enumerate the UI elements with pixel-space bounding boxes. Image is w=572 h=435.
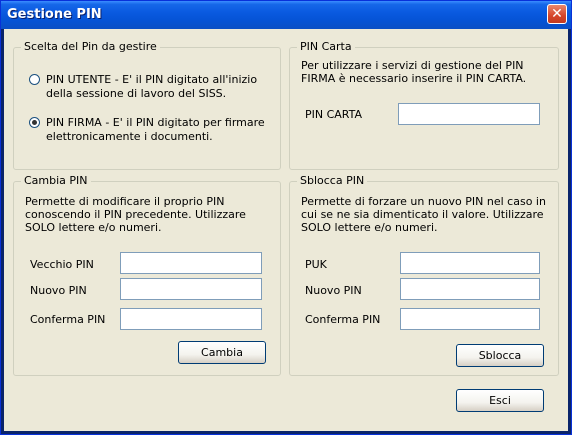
- radio-pin-utente-label: PIN UTENTE - E' il PIN digitato all'iniz…: [46, 73, 258, 100]
- close-icon: ✕: [551, 6, 563, 22]
- conferma-pin-label: Conferma PIN: [30, 313, 106, 326]
- pin-carta-group: PIN Carta Per utilizzare i servizi di ge…: [289, 40, 559, 170]
- window-title: Gestione PIN: [7, 7, 102, 22]
- esci-button[interactable]: Esci: [456, 389, 544, 412]
- pin-carta-group-title: PIN Carta: [297, 40, 355, 53]
- cambia-pin-description: Permette di modificare il proprio PIN co…: [25, 195, 246, 234]
- pin-carta-input[interactable]: [398, 103, 540, 125]
- conferma-pin-input[interactable]: [120, 308, 262, 330]
- radio-pin-firma-label: PIN FIRMA - E' il PIN digitato per firma…: [46, 116, 265, 143]
- cambia-pin-group-title: Cambia PIN: [21, 174, 91, 187]
- nuovo-pin-input[interactable]: [120, 278, 262, 300]
- cambia-button[interactable]: Cambia: [178, 341, 266, 364]
- cambia-pin-group: Cambia PIN Permette di modificare il pro…: [13, 174, 281, 376]
- sblocca-conferma-pin-label: Conferma PIN: [305, 313, 381, 326]
- sblocca-nuovo-pin-label: Nuovo PIN: [305, 284, 362, 297]
- radio-pin-firma[interactable]: [29, 117, 40, 128]
- pin-choice-group-title: Scelta del Pin da gestire: [21, 40, 160, 53]
- pin-carta-label: PIN CARTA: [305, 108, 363, 121]
- title-bar[interactable]: Gestione PIN ✕: [1, 1, 571, 29]
- sblocca-pin-description: Permette di forzare un nuovo PIN nel cas…: [301, 195, 546, 234]
- dialog-client-area: Scelta del Pin da gestire PIN UTENTE - E…: [4, 29, 568, 431]
- sblocca-button[interactable]: Sblocca: [456, 344, 544, 367]
- close-button[interactable]: ✕: [547, 4, 567, 24]
- vecchio-pin-input[interactable]: [120, 252, 262, 274]
- pin-choice-group: Scelta del Pin da gestire PIN UTENTE - E…: [13, 40, 281, 170]
- vecchio-pin-label: Vecchio PIN: [30, 258, 94, 271]
- puk-label: PUK: [305, 258, 327, 271]
- dialog-window: Gestione PIN ✕ Scelta del Pin da gestire…: [0, 0, 572, 435]
- sblocca-pin-group-title: Sblocca PIN: [297, 174, 368, 187]
- sblocca-conferma-pin-input[interactable]: [400, 308, 540, 330]
- pin-carta-description: Per utilizzare i servizi di gestione del…: [301, 59, 527, 85]
- puk-input[interactable]: [400, 252, 540, 274]
- sblocca-nuovo-pin-input[interactable]: [400, 278, 540, 300]
- nuovo-pin-label: Nuovo PIN: [30, 284, 87, 297]
- radio-pin-utente[interactable]: [29, 74, 40, 85]
- sblocca-pin-group: Sblocca PIN Permette di forzare un nuovo…: [289, 174, 559, 376]
